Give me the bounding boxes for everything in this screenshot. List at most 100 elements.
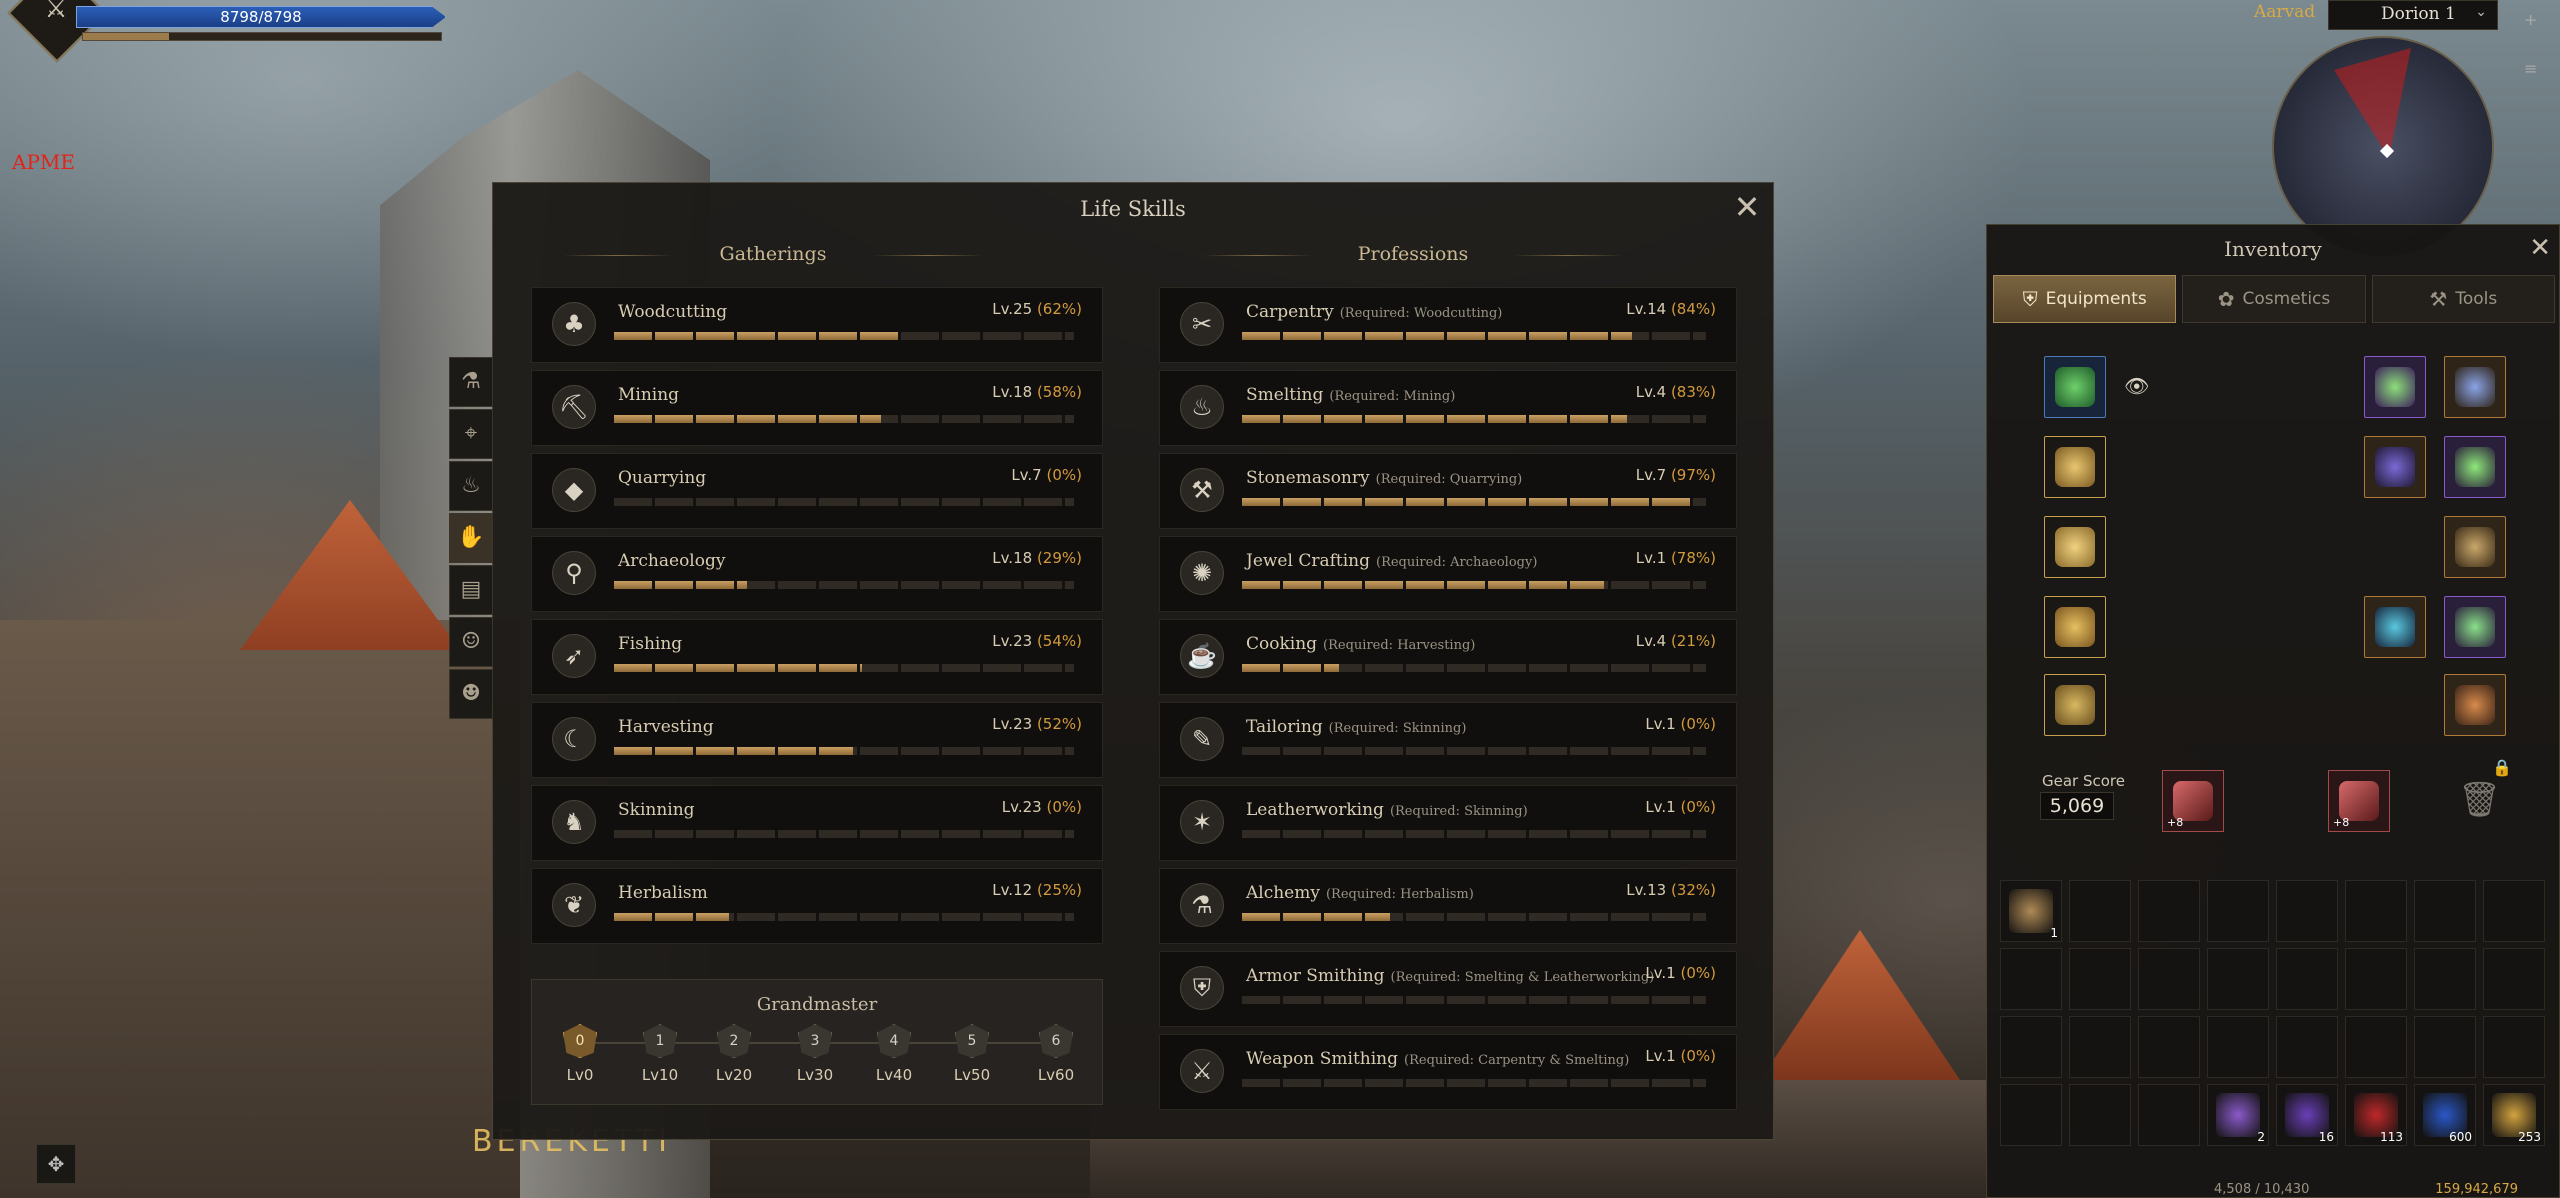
bag-slot[interactable] bbox=[2345, 948, 2407, 1010]
trash-icon[interactable]: 🗑 bbox=[2458, 780, 2501, 820]
bag-slot[interactable]: 600 bbox=[2414, 1084, 2476, 1146]
main-weapon-slot[interactable]: +8 bbox=[2162, 770, 2224, 832]
rank-badge-icon: 3 bbox=[798, 1024, 832, 1058]
tab-cosmetics[interactable]: ✿ Cosmetics bbox=[2182, 275, 2366, 323]
skill-row-quarrying[interactable]: ◆ Quarrying Lv.7 (0%) bbox=[531, 453, 1103, 529]
hands-icon[interactable]: ✋ bbox=[449, 513, 493, 563]
bracelet-slot[interactable] bbox=[2444, 674, 2506, 736]
skill-row-cooking[interactable]: ☕ Cooking (Required: Harvesting) Lv.4 (21%) bbox=[1159, 619, 1737, 695]
bag-slot[interactable] bbox=[2000, 1016, 2062, 1078]
bag-slot[interactable] bbox=[2000, 948, 2062, 1010]
bag-slot[interactable] bbox=[2207, 948, 2269, 1010]
skill-progress-bar bbox=[1242, 747, 1706, 755]
skill-row-leatherworking[interactable]: ✶ Leatherworking (Required: Skinning) Lv.1 … bbox=[1159, 785, 1737, 861]
bag-slot[interactable] bbox=[2138, 880, 2200, 942]
bag-slot[interactable] bbox=[2483, 948, 2545, 1010]
lock-icon[interactable]: 🔒 bbox=[2492, 758, 2512, 777]
bag-slot[interactable] bbox=[2138, 1016, 2200, 1078]
skill-row-alchemy[interactable]: ⚗ Alchemy (Required: Herbalism) Lv.13 (32%) bbox=[1159, 868, 1737, 944]
bag-slot[interactable] bbox=[2138, 948, 2200, 1010]
menu-icon[interactable]: ≡ bbox=[2524, 59, 2554, 78]
helmet-slot[interactable] bbox=[2044, 356, 2106, 418]
close-icon[interactable]: ✕ bbox=[1729, 189, 1765, 225]
channel-select[interactable]: Dorion 1 ⌄ bbox=[2328, 0, 2498, 30]
earring-slot-2[interactable] bbox=[2444, 436, 2506, 498]
bag-slot[interactable] bbox=[2069, 1016, 2131, 1078]
bag-slot[interactable] bbox=[2483, 1016, 2545, 1078]
belt-slot[interactable] bbox=[2444, 516, 2506, 578]
skill-row-woodcutting[interactable]: ♣ Woodcutting Lv.25 (62%) bbox=[531, 287, 1103, 363]
ring-slot-3[interactable] bbox=[2444, 596, 2506, 658]
skill-row-archaeology[interactable]: ⚲ Archaeology Lv.18 (29%) bbox=[531, 536, 1103, 612]
skill-row-herbalism[interactable]: ❦ Herbalism Lv.12 (25%) bbox=[531, 868, 1103, 944]
bag-slot[interactable]: 2 bbox=[2207, 1084, 2269, 1146]
skill-row-armor-smithing[interactable]: ⛨ Armor Smithing (Required: Smelting & Lea… bbox=[1159, 951, 1737, 1027]
skill-row-mining[interactable]: ⛏ Mining Lv.18 (58%) bbox=[531, 370, 1103, 446]
move-icon[interactable]: ✥ bbox=[36, 1144, 76, 1184]
bag-slot[interactable] bbox=[2414, 948, 2476, 1010]
tab-tools[interactable]: ⚒ Tools bbox=[2371, 275, 2555, 323]
bag-slot[interactable] bbox=[2276, 948, 2338, 1010]
chevron-down-icon: ⌄ bbox=[2475, 4, 2487, 20]
bag-slot[interactable] bbox=[2069, 948, 2131, 1010]
bag-slot[interactable]: 253 bbox=[2483, 1084, 2545, 1146]
skill-row-fishing[interactable]: ➶ Fishing Lv.23 (54%) bbox=[531, 619, 1103, 695]
ring-slot-2[interactable] bbox=[2364, 596, 2426, 658]
skill-row-jewel-crafting[interactable]: ✺ Jewel Crafting (Required: Archaeology) Lv… bbox=[1159, 536, 1737, 612]
skill-row-skinning[interactable]: ♞ Skinning Lv.23 (0%) bbox=[531, 785, 1103, 861]
skill-row-smelting[interactable]: ♨ Smelting (Required: Mining) Lv.4 (83%) bbox=[1159, 370, 1737, 446]
bag-slot[interactable] bbox=[2276, 1016, 2338, 1078]
bag-slot[interactable] bbox=[2414, 880, 2476, 942]
flask-icon[interactable]: ⚗ bbox=[449, 357, 493, 407]
skill-progress-bar bbox=[1242, 1079, 1706, 1087]
skill-progress-bar bbox=[614, 830, 1074, 838]
mana-bar-fill bbox=[83, 33, 169, 40]
bag-slot[interactable] bbox=[2000, 1084, 2062, 1146]
bag-slot[interactable] bbox=[2483, 880, 2545, 942]
bag-slot[interactable] bbox=[2276, 880, 2338, 942]
skill-name: Fishing bbox=[618, 634, 683, 654]
pickaxe-icon: ⛏ bbox=[552, 385, 596, 429]
skill-row-carpentry[interactable]: ✂ Carpentry (Required: Woodcutting) Lv.14 (… bbox=[1159, 287, 1737, 363]
skill-row-tailoring[interactable]: ✎ Tailoring (Required: Skinning) Lv.1 (0%) bbox=[1159, 702, 1737, 778]
bag-slot[interactable] bbox=[2345, 1016, 2407, 1078]
necklace-slot[interactable] bbox=[2364, 356, 2426, 418]
bag-slot[interactable]: 113 bbox=[2345, 1084, 2407, 1146]
chest-slot[interactable] bbox=[2044, 596, 2106, 658]
skill-row-harvesting[interactable]: ☾ Harvesting Lv.23 (52%) bbox=[531, 702, 1103, 778]
bag-slot[interactable] bbox=[2207, 880, 2269, 942]
people-icon[interactable]: ☺ bbox=[449, 617, 493, 667]
boots-slot[interactable] bbox=[2044, 674, 2106, 736]
earring-slot[interactable] bbox=[2444, 356, 2506, 418]
ring-slot-1[interactable] bbox=[2364, 436, 2426, 498]
tab-equipments[interactable]: ⛨ Equipments bbox=[1993, 275, 2177, 323]
enhance-level: +8 bbox=[2167, 816, 2184, 829]
bag-slot[interactable] bbox=[2069, 1084, 2131, 1146]
eye-icon[interactable]: 👁 bbox=[2124, 374, 2149, 398]
bag-slot[interactable]: 1 bbox=[2000, 880, 2062, 942]
skill-name: Herbalism bbox=[618, 883, 708, 903]
shoulder-slot[interactable] bbox=[2044, 436, 2106, 498]
bag-slot[interactable]: 16 bbox=[2276, 1084, 2338, 1146]
inventory-footer: 4,508 / 10,430 159,942,679 bbox=[2000, 1180, 2546, 1198]
bag-slot[interactable] bbox=[2207, 1016, 2269, 1078]
skill-row-stonemasonry[interactable]: ⚒ Stonemasonry (Required: Quarrying) Lv.7 (… bbox=[1159, 453, 1737, 529]
bag-slot[interactable] bbox=[2069, 880, 2131, 942]
crossed-weapons-icon: ⚔ bbox=[44, 0, 68, 25]
lamp-icon[interactable]: ♨ bbox=[449, 461, 493, 511]
rank-level-label: Lv40 bbox=[875, 1066, 913, 1084]
tab-label: Tools bbox=[2455, 289, 2498, 309]
bag-slot[interactable] bbox=[2138, 1084, 2200, 1146]
skill-row-weapon-smithing[interactable]: ⚔ Weapon Smithing (Required: Carpentry & S… bbox=[1159, 1034, 1737, 1110]
gloves-slot[interactable] bbox=[2044, 516, 2106, 578]
skill-progress-fill bbox=[614, 415, 881, 423]
map-icon[interactable]: ⌖ bbox=[449, 409, 493, 459]
close-icon[interactable]: ✕ bbox=[2529, 233, 2551, 263]
bag-slot[interactable] bbox=[2345, 880, 2407, 942]
book-icon[interactable]: ▤ bbox=[449, 565, 493, 615]
skill-name: Mining bbox=[618, 385, 680, 405]
zoom-in-icon[interactable]: + bbox=[2524, 10, 2554, 29]
off-weapon-slot[interactable]: +8 bbox=[2328, 770, 2390, 832]
bag-slot[interactable] bbox=[2414, 1016, 2476, 1078]
mask-icon[interactable]: ☻ bbox=[449, 669, 493, 719]
